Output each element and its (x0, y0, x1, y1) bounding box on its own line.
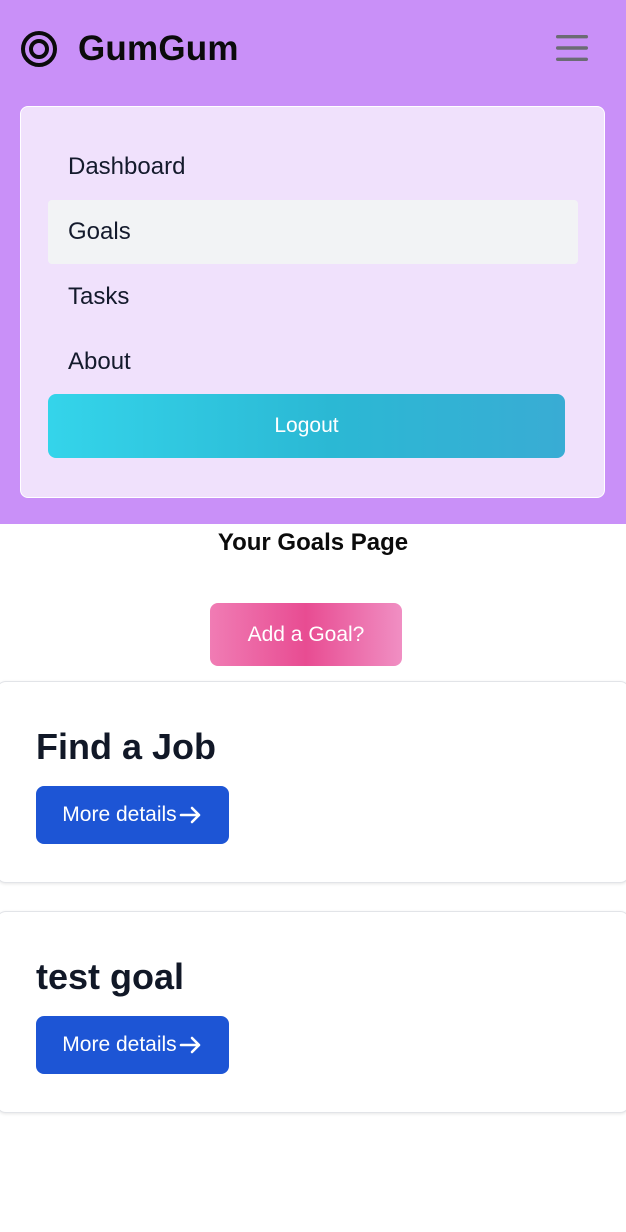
menu-item-dashboard[interactable]: Dashboard (48, 135, 578, 199)
brand-name: GumGum (78, 29, 239, 68)
hamburger-menu-button[interactable] (552, 30, 592, 66)
menu-item-label: Tasks (68, 283, 130, 310)
logout-button[interactable]: Logout (48, 394, 565, 458)
nav-menu-panel: Dashboard Goals Tasks About Logout (20, 106, 605, 498)
goal-title: test goal (36, 956, 185, 997)
more-details-label: More details (62, 1033, 177, 1056)
brand[interactable]: GumGum (20, 28, 239, 70)
menu-item-tasks[interactable]: Tasks (48, 265, 578, 329)
more-details-label: More details (62, 803, 177, 826)
goal-card: test goal More details (0, 911, 626, 1113)
menu-item-about[interactable]: About (48, 330, 578, 394)
navbar: GumGum Dashboard Goals Tasks About Logou… (0, 0, 626, 524)
menu-item-label: About (68, 348, 131, 375)
menu-item-label: Dashboard (68, 153, 186, 180)
goal-card: Find a Job More details (0, 681, 626, 883)
arrow-right-icon (179, 1035, 203, 1055)
goal-title: Find a Job (36, 726, 216, 767)
menu-item-goals[interactable]: Goals (48, 200, 578, 264)
target-icon (21, 31, 57, 67)
add-goal-button[interactable]: Add a Goal? (210, 603, 402, 666)
arrow-right-icon (179, 805, 203, 825)
hamburger-menu-icon (556, 35, 588, 61)
more-details-button[interactable]: More details (36, 1016, 229, 1074)
more-details-button[interactable]: More details (36, 786, 229, 844)
page-title: Your Goals Page (217, 529, 409, 556)
menu-item-label: Goals (68, 218, 131, 245)
